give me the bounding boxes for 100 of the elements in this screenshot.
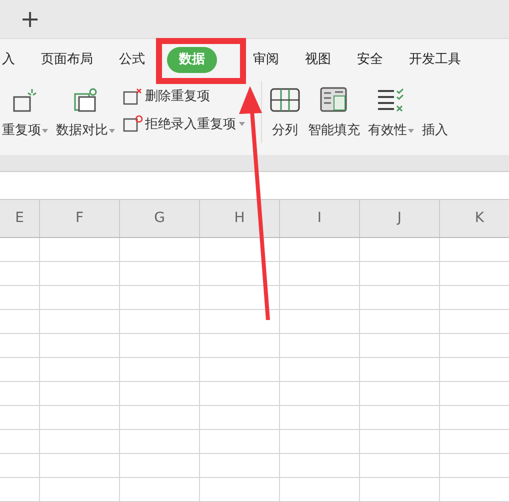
grid-cell[interactable] [0, 262, 40, 286]
grid-cell[interactable] [120, 238, 200, 262]
grid-cell[interactable] [120, 382, 200, 406]
caret-icon [408, 128, 414, 133]
grid-cell[interactable] [360, 382, 440, 406]
grid-cell[interactable] [0, 406, 40, 430]
menu-tab[interactable]: 视图 [305, 50, 331, 70]
grid-cell[interactable] [0, 382, 40, 406]
grid-cell[interactable] [280, 358, 360, 382]
column-header[interactable]: F [40, 200, 120, 237]
column-header[interactable]: H [200, 200, 280, 237]
grid-cell[interactable] [0, 358, 40, 382]
grid-cell[interactable] [360, 454, 440, 478]
sheet-cross-icon [123, 88, 143, 106]
grid-cell[interactable] [0, 454, 40, 478]
caret-icon [109, 128, 115, 133]
grid-cell[interactable] [40, 454, 120, 478]
menu-tab[interactable]: 页面布局 [41, 50, 93, 70]
grid-cell[interactable] [200, 382, 280, 406]
grid-cell[interactable] [0, 310, 40, 334]
grid-cell[interactable] [280, 334, 360, 358]
grid-cell[interactable] [40, 238, 120, 262]
grid-cell[interactable] [280, 430, 360, 454]
grid-cell[interactable] [120, 358, 200, 382]
menu-tab[interactable]: 公式 [119, 50, 145, 70]
columns-split-icon [270, 87, 300, 113]
grid-cell[interactable] [120, 406, 200, 430]
grid-cell[interactable] [40, 310, 120, 334]
list-check-icon [376, 87, 406, 113]
grid-cell[interactable] [360, 406, 440, 430]
grid-cell[interactable] [120, 334, 200, 358]
grid-cell[interactable] [0, 238, 40, 262]
grid-cell[interactable] [280, 382, 360, 406]
grid-cell[interactable] [0, 430, 40, 454]
grid-cell[interactable] [360, 478, 440, 502]
new-tab-button[interactable]: + [20, 7, 40, 31]
grid-cell[interactable] [40, 406, 120, 430]
grid-cell[interactable] [360, 286, 440, 310]
sheet-gear-icon [72, 87, 98, 113]
column-header[interactable]: G [120, 200, 200, 237]
column-header[interactable]: I [280, 200, 360, 237]
column-header[interactable]: J [360, 200, 440, 237]
grid-cell[interactable] [200, 406, 280, 430]
ribbon-button[interactable]: 拒绝录入重复项 [123, 114, 245, 134]
grid-cell[interactable] [40, 478, 120, 502]
grid-cell[interactable] [360, 358, 440, 382]
grid-cell[interactable] [40, 334, 120, 358]
ribbon-button[interactable]: 智能填充 [308, 81, 360, 140]
grid-cell[interactable] [200, 454, 280, 478]
caret-icon [42, 128, 48, 133]
menu-tab[interactable]: 审阅 [253, 50, 279, 70]
grid-cell[interactable] [360, 310, 440, 334]
menu-tab[interactable]: 入 [2, 50, 15, 70]
grid-cell[interactable] [40, 430, 120, 454]
column-header[interactable]: E [0, 200, 40, 237]
grid-cell[interactable] [280, 286, 360, 310]
grid-cell[interactable] [200, 358, 280, 382]
grid-cell[interactable] [280, 238, 360, 262]
grid-cell[interactable] [0, 334, 40, 358]
menu-tab[interactable]: 安全 [357, 50, 383, 70]
caret-icon [239, 122, 245, 126]
grid-cell[interactable] [120, 286, 200, 310]
grid-cell[interactable] [280, 478, 360, 502]
grid-cell[interactable] [280, 262, 360, 286]
grid-cell[interactable] [360, 430, 440, 454]
grid-cell[interactable] [120, 310, 200, 334]
ribbon-button[interactable]: 插入 [422, 81, 448, 140]
grid-cell[interactable] [360, 334, 440, 358]
grid-cell[interactable] [360, 238, 440, 262]
grid-cell[interactable] [200, 262, 280, 286]
grid-cell[interactable] [200, 478, 280, 502]
table-fill-icon [320, 87, 348, 113]
grid-cell[interactable] [200, 286, 280, 310]
grid-cell[interactable] [0, 286, 40, 310]
grid-cell[interactable] [200, 334, 280, 358]
grid-cell[interactable] [280, 310, 360, 334]
grid-cell[interactable] [40, 286, 120, 310]
column-header[interactable]: K [440, 200, 509, 237]
grid-cell[interactable] [120, 262, 200, 286]
ribbon-button[interactable]: 有效性 [368, 81, 414, 140]
sun-sheet-icon [12, 87, 38, 113]
menu-tab[interactable]: 开发工具 [409, 50, 461, 70]
ribbon-button[interactable]: 重复项 [2, 81, 48, 140]
grid-cell[interactable] [120, 454, 200, 478]
grid-cell[interactable] [200, 238, 280, 262]
ribbon-button[interactable]: 分列 [270, 81, 300, 140]
grid-cell[interactable] [200, 310, 280, 334]
grid-cell[interactable] [280, 454, 360, 478]
sheet-block-icon [123, 115, 143, 134]
grid-cell[interactable] [40, 358, 120, 382]
grid-cell[interactable] [360, 262, 440, 286]
grid-cell[interactable] [120, 430, 200, 454]
grid-cell[interactable] [200, 430, 280, 454]
grid-cell[interactable] [280, 406, 360, 430]
grid-cell[interactable] [120, 478, 200, 502]
ribbon-button[interactable]: 删除重复项 [123, 87, 245, 106]
ribbon-button[interactable]: 数据对比 [56, 81, 115, 140]
grid-cell[interactable] [40, 262, 120, 286]
grid-cell[interactable] [0, 478, 40, 502]
grid-cell[interactable] [40, 382, 120, 406]
